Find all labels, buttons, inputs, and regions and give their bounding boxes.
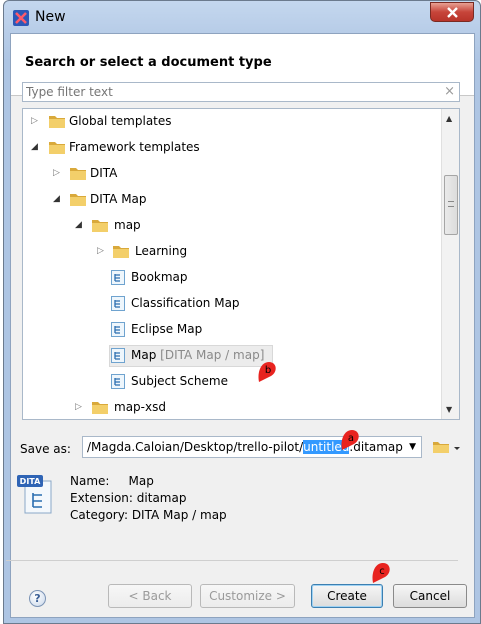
info-name-label: Name: — [70, 474, 110, 488]
ditamap-file-icon — [111, 322, 125, 337]
collapse-arrow-icon[interactable]: ◢ — [31, 142, 38, 152]
scroll-down-icon[interactable]: ▼ — [446, 405, 452, 414]
tree-item-subject-scheme[interactable]: Subject Scheme — [23, 369, 441, 395]
tree-item-bookmap[interactable]: Bookmap — [23, 265, 441, 291]
callout-marker-c: c — [372, 563, 390, 583]
info-extension-label: Extension: — [70, 491, 133, 505]
create-button[interactable]: Create — [311, 584, 383, 608]
tree-item-label: map-xsd — [114, 400, 166, 414]
browse-folder-button[interactable] — [429, 438, 461, 456]
grip-icon — [448, 201, 454, 207]
expand-arrow-icon[interactable]: ▷ — [75, 402, 82, 412]
dita-map-type-icon: DITA — [17, 475, 52, 514]
tree-item-label: DITA — [90, 166, 118, 180]
info-extension-value: ditamap — [136, 491, 187, 505]
tree-item-label: Global templates — [69, 114, 172, 128]
dita-badge-text: DITA — [20, 477, 41, 486]
save-as-combobox[interactable]: /Magda.Caloian/Desktop/trello-pilot/unti… — [82, 436, 422, 458]
ditamap-file-icon — [111, 348, 125, 363]
template-tree[interactable]: ▷ Global templates ◢ Framework templates… — [22, 108, 460, 420]
collapse-arrow-icon[interactable]: ◢ — [75, 220, 82, 230]
tree-item-classification-map[interactable]: Classification Map — [23, 291, 441, 317]
collapse-arrow-icon[interactable]: ◢ — [53, 194, 60, 204]
info-name-value: Map — [128, 474, 154, 488]
tree-item-name: Map — [131, 348, 157, 362]
customize-button[interactable]: Customize > — [200, 584, 295, 608]
back-button[interactable]: < Back — [108, 584, 192, 608]
folder-icon — [49, 116, 65, 128]
tree-item-eclipse-map[interactable]: Eclipse Map — [23, 317, 441, 343]
tree-item-label: Map [DITA Map / map] — [131, 348, 264, 362]
folder-icon — [113, 246, 129, 258]
info-name: Name: Map — [70, 474, 154, 488]
tree-item-label: Framework templates — [69, 140, 200, 154]
tree-item-global-templates[interactable]: ▷ Global templates — [23, 109, 441, 135]
info-category-value: DITA Map / map — [131, 508, 227, 522]
tree-item-dita-map[interactable]: ◢ DITA Map — [23, 187, 441, 213]
ditamap-file-icon — [111, 296, 125, 311]
expand-arrow-icon[interactable]: ▷ — [97, 246, 104, 256]
tree-item-label: Learning — [135, 244, 188, 258]
dropdown-arrow-icon[interactable]: ▼ — [409, 442, 416, 452]
tree-item-map-xsd[interactable]: ▷ map-xsd — [23, 395, 441, 419]
info-extension: Extension: ditamap — [70, 491, 186, 505]
tree-scrollbar[interactable]: ▲ ▼ — [441, 109, 459, 419]
tree-item-map-folder[interactable]: ◢ map — [23, 213, 441, 239]
help-button[interactable]: ? — [29, 590, 46, 607]
tree-item-dita[interactable]: ▷ DITA — [23, 161, 441, 187]
save-as-label: Save as: — [20, 442, 71, 456]
ditamap-file-icon — [111, 374, 125, 389]
marker-b-letter: b — [265, 365, 271, 376]
tree-item-label: map — [114, 218, 141, 232]
tree-item-label: DITA Map — [90, 192, 147, 206]
tree-item-label: Eclipse Map — [131, 322, 203, 336]
expand-arrow-icon[interactable]: ▷ — [53, 168, 60, 178]
tree-item-label: Classification Map — [131, 296, 240, 310]
tree-item-label: Subject Scheme — [131, 374, 228, 388]
tree-item-learning[interactable]: ▷ Learning — [23, 239, 441, 265]
info-category: Category: DITA Map / map — [70, 508, 227, 522]
info-category-label: Category: — [70, 508, 128, 522]
callout-marker-b: b — [258, 362, 276, 382]
folder-icon — [92, 220, 108, 232]
scroll-up-icon[interactable]: ▲ — [446, 114, 452, 123]
clear-filter-icon[interactable]: × — [444, 84, 455, 99]
filter-input[interactable] — [23, 83, 433, 101]
marker-a-letter: a — [348, 433, 354, 444]
scrollbar-thumb[interactable] — [444, 175, 458, 235]
folder-icon — [92, 402, 108, 414]
callout-marker-a: a — [341, 430, 359, 450]
ditamap-file-icon — [111, 270, 125, 285]
expand-arrow-icon[interactable]: ▷ — [31, 116, 38, 126]
tree-item-framework-templates[interactable]: ◢ Framework templates — [23, 135, 441, 161]
folder-icon — [70, 194, 86, 206]
tree-item-label: Bookmap — [131, 270, 188, 284]
cancel-button[interactable]: Cancel — [393, 584, 467, 608]
tree-item-detail: [DITA Map / map] — [160, 348, 265, 362]
tree-item-map-template[interactable]: Map [DITA Map / map] — [23, 343, 441, 369]
marker-c-letter: c — [379, 566, 385, 577]
folder-icon — [49, 142, 65, 154]
folder-icon — [70, 168, 86, 180]
save-path-prefix: /Magda.Caloian/Desktop/trello-pilot/ — [87, 440, 304, 454]
filter-field[interactable]: × — [22, 82, 460, 102]
